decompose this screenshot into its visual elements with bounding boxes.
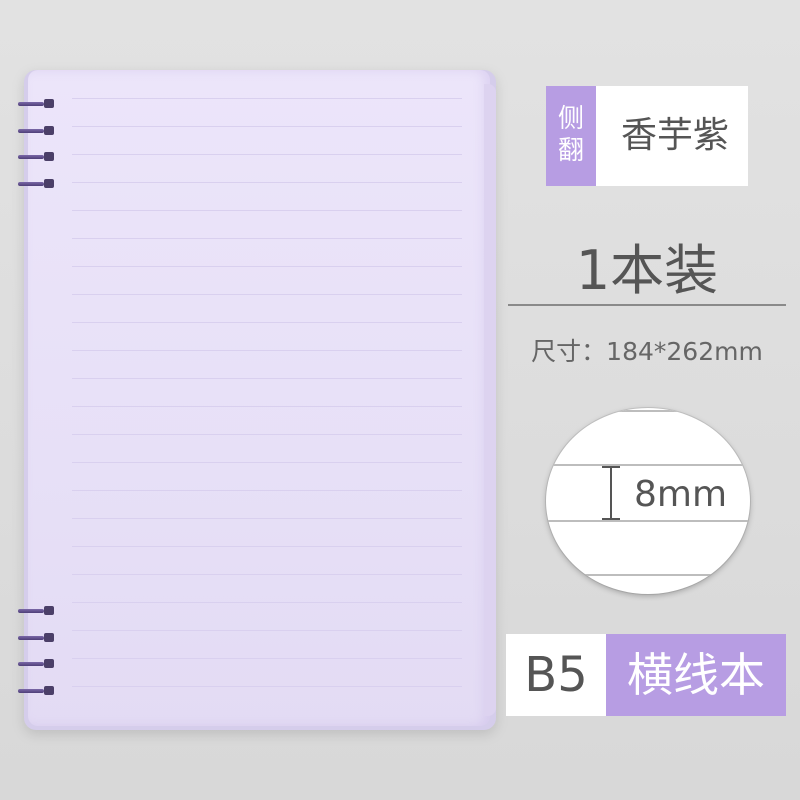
spiral-ring <box>18 659 56 669</box>
ruled-line <box>72 490 462 491</box>
ruled-line <box>546 520 750 522</box>
spiral-ring <box>18 686 56 696</box>
spiral-ring <box>18 633 56 643</box>
ruled-line <box>72 406 462 407</box>
ruled-line <box>72 210 462 211</box>
ruled-line <box>546 464 750 466</box>
ruled-line <box>72 266 462 267</box>
ruled-line <box>546 410 750 412</box>
dimension-cap-top <box>602 466 620 468</box>
dimension-cap-bottom <box>602 518 620 520</box>
ruled-line <box>72 126 462 127</box>
ruled-line <box>72 602 462 603</box>
quantity-label: 1本装 <box>575 239 719 302</box>
format-box: B5 横线本 <box>506 634 786 716</box>
spiral-ring <box>18 126 56 136</box>
ruled-line <box>72 238 462 239</box>
side-flip-badge: 侧 翻 <box>546 86 596 186</box>
color-name: 香芋紫 <box>620 115 729 156</box>
spiral-ring <box>18 606 56 616</box>
dimension-line <box>610 466 612 520</box>
ruled-line <box>72 546 462 547</box>
paper-size: B5 <box>524 647 588 703</box>
ruled-line <box>72 378 462 379</box>
ruled-line <box>72 182 462 183</box>
side-flip-label-top: 侧 <box>557 104 584 134</box>
notebook-page-edge <box>484 84 496 716</box>
spiral-ring <box>18 179 56 189</box>
ruled-line <box>72 350 462 351</box>
ruled-line <box>72 98 462 99</box>
ruled-line <box>72 294 462 295</box>
ruled-line <box>72 630 462 631</box>
spiral-ring <box>18 152 56 162</box>
ruled-line <box>72 322 462 323</box>
ruled-line <box>72 686 462 687</box>
line-spacing-label: 8mm <box>634 474 728 515</box>
ruled-line <box>72 154 462 155</box>
ruled-lines <box>72 98 462 688</box>
color-tag: 侧 翻 香芋紫 <box>546 86 748 186</box>
ruled-line <box>72 518 462 519</box>
ruled-line <box>72 462 462 463</box>
line-spacing-magnifier: 8mm <box>546 408 750 594</box>
ruled-line <box>72 658 462 659</box>
ruled-line <box>72 434 462 435</box>
paper-type: 横线本 <box>606 634 786 716</box>
size-label: 尺寸：184*262mm <box>531 337 763 366</box>
ruled-line <box>546 574 750 576</box>
ruled-line <box>72 574 462 575</box>
side-flip-label-bottom: 翻 <box>557 136 584 166</box>
spiral-ring <box>18 99 56 109</box>
divider <box>508 304 786 306</box>
